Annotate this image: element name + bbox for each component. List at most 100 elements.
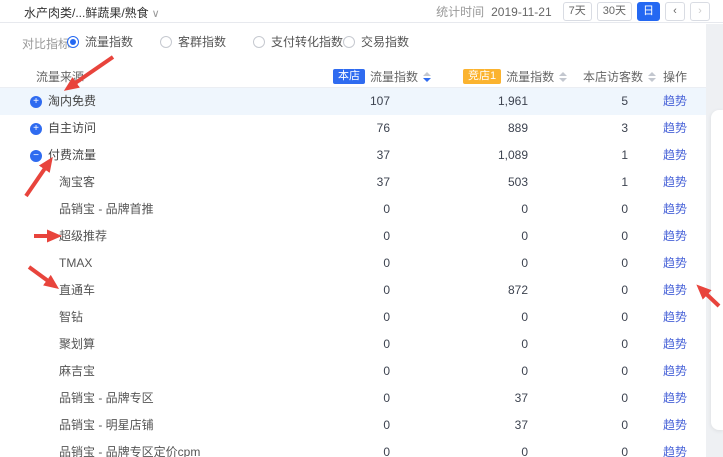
- own-index-value: 0: [240, 331, 390, 358]
- action-cell: 趋势: [663, 115, 703, 142]
- trend-link[interactable]: 趋势: [663, 391, 687, 405]
- own-visitors-value: 0: [478, 412, 628, 439]
- radio-icon[interactable]: [67, 36, 79, 48]
- trend-link[interactable]: 趋势: [663, 337, 687, 351]
- table-row: 淘宝客 37 503 1 趋势: [0, 169, 723, 196]
- metric-radio-option[interactable]: 流量指数: [67, 33, 160, 50]
- rival-shop-badge: 竞店1: [463, 69, 501, 84]
- expand-toggle-icon[interactable]: +: [30, 123, 42, 135]
- table-row: + 淘内免费 107 1,961 5 趋势: [0, 88, 706, 115]
- sort-asc-icon[interactable]: [559, 72, 567, 76]
- action-cell: 趋势: [663, 412, 703, 439]
- breadcrumb-chevron-icon: ∨: [152, 8, 160, 20]
- trend-link[interactable]: 趋势: [663, 310, 687, 324]
- table-row: 智钻 0 0 0 趋势: [0, 304, 723, 331]
- action-cell: 趋势: [663, 439, 703, 457]
- metric-radio-option[interactable]: 客群指数: [160, 33, 253, 50]
- traffic-source-cell: 品销宝 - 品牌专区: [0, 385, 240, 412]
- range-30day-button[interactable]: 30天: [597, 2, 632, 21]
- sort-desc-icon[interactable]: [423, 78, 431, 82]
- own-visitors-value: 3: [478, 115, 628, 142]
- metric-radio-label: 客群指数: [178, 33, 226, 50]
- traffic-source-cell: 品销宝 - 品牌首推: [0, 196, 240, 223]
- traffic-source-name: 淘宝客: [59, 175, 95, 189]
- action-cell: 趋势: [663, 277, 703, 304]
- traffic-source-cell: 直通车: [0, 277, 240, 304]
- traffic-source-cell: + 淘内免费: [0, 88, 240, 115]
- expand-toggle-icon[interactable]: +: [30, 96, 42, 108]
- stat-time-label: 统计时间: [436, 3, 484, 20]
- traffic-source-name: 淘内免费: [48, 94, 96, 108]
- date-range-controls: 统计时间 2019-11-21 7天 30天 日 ‹ ›: [436, 2, 710, 21]
- range-7day-button[interactable]: 7天: [563, 2, 592, 21]
- traffic-source-name: 品销宝 - 品牌首推: [59, 202, 154, 216]
- sort-asc-icon[interactable]: [648, 72, 656, 76]
- trend-link[interactable]: 趋势: [663, 445, 687, 457]
- sort-control-own[interactable]: [423, 72, 431, 82]
- next-date-button[interactable]: ›: [690, 2, 710, 21]
- sort-desc-icon[interactable]: [648, 78, 656, 82]
- trend-link[interactable]: 趋势: [663, 175, 687, 189]
- own-index-value: 0: [240, 250, 390, 277]
- own-visitors-value: 0: [478, 304, 628, 331]
- traffic-source-cell: 智钻: [0, 304, 240, 331]
- sort-control-visitors[interactable]: [648, 72, 656, 82]
- trend-link[interactable]: 趋势: [663, 256, 687, 270]
- expand-toggle-icon[interactable]: −: [30, 150, 42, 162]
- traffic-source-cell: 品销宝 - 品牌专区定价cpm: [0, 439, 240, 457]
- action-cell: 趋势: [663, 385, 703, 412]
- own-visitors-value: 1: [478, 142, 628, 169]
- own-index-value: 0: [240, 412, 390, 439]
- table-row: 聚划算 0 0 0 趋势: [0, 331, 723, 358]
- sort-desc-icon[interactable]: [559, 78, 567, 82]
- category-breadcrumb[interactable]: 水产肉类/...鲜蔬果/熟食∨: [24, 4, 160, 21]
- sort-control-rival[interactable]: [559, 72, 567, 82]
- trend-link[interactable]: 趋势: [663, 364, 687, 378]
- own-shop-badge: 本店: [333, 69, 365, 84]
- own-visitors-value: 0: [478, 223, 628, 250]
- compare-metric-row: 对比指标 流量指数 客群指数 支付转化指数 交易指数: [0, 30, 706, 56]
- prev-date-button[interactable]: ‹: [665, 2, 685, 21]
- own-index-value: 37: [240, 169, 390, 196]
- breadcrumb-text: 水产肉类/...鲜蔬果/熟食: [24, 6, 149, 20]
- trend-link[interactable]: 趋势: [663, 202, 687, 216]
- table-row: 麻吉宝 0 0 0 趋势: [0, 358, 723, 385]
- own-index-value: 0: [240, 196, 390, 223]
- own-index-value: 0: [240, 304, 390, 331]
- table-row: − 付费流量 37 1,089 1 趋势: [0, 142, 723, 169]
- column-visitors: 本店访客数: [583, 68, 656, 85]
- trend-link[interactable]: 趋势: [663, 121, 687, 135]
- radio-icon[interactable]: [253, 36, 265, 48]
- traffic-source-name: TMAX: [59, 256, 92, 270]
- own-visitors-value: 0: [478, 277, 628, 304]
- action-cell: 趋势: [663, 142, 703, 169]
- traffic-source-cell: 聚划算: [0, 331, 240, 358]
- own-index-value: 0: [240, 358, 390, 385]
- trend-link[interactable]: 趋势: [663, 229, 687, 243]
- traffic-source-cell: 麻吉宝: [0, 358, 240, 385]
- metric-radio-option[interactable]: 支付转化指数: [253, 33, 343, 50]
- table-row: + 自主访问 76 889 3 趋势: [0, 115, 723, 142]
- trend-link[interactable]: 趋势: [663, 148, 687, 162]
- action-cell: 趋势: [663, 169, 703, 196]
- table-row: TMAX 0 0 0 趋势: [0, 250, 723, 277]
- radio-icon[interactable]: [343, 36, 355, 48]
- trend-link[interactable]: 趋势: [663, 283, 687, 297]
- column-rival-index: 竞店1 流量指数: [463, 68, 567, 85]
- metric-radio-option[interactable]: 交易指数: [343, 33, 409, 50]
- floating-side-panel[interactable]: [711, 110, 723, 430]
- trend-link[interactable]: 趋势: [663, 94, 687, 108]
- column-own-index: 本店 流量指数: [333, 68, 431, 85]
- traffic-source-cell: − 付费流量: [0, 142, 240, 169]
- radio-icon[interactable]: [160, 36, 172, 48]
- sort-asc-icon[interactable]: [423, 72, 431, 76]
- traffic-source-name: 品销宝 - 明星店铺: [59, 418, 154, 432]
- table-header: 流量来源 本店 流量指数 竞店1 流量指数 本店访客数 操作: [0, 64, 706, 88]
- traffic-source-name: 智钻: [59, 310, 83, 324]
- top-bar: 水产肉类/...鲜蔬果/熟食∨ 统计时间 2019-11-21 7天 30天 日…: [0, 0, 723, 23]
- traffic-source-cell: 品销宝 - 明星店铺: [0, 412, 240, 439]
- trend-link[interactable]: 趋势: [663, 418, 687, 432]
- traffic-source-cell: 淘宝客: [0, 169, 240, 196]
- traffic-source-name: 品销宝 - 品牌专区: [59, 391, 154, 405]
- range-day-button[interactable]: 日: [637, 2, 660, 21]
